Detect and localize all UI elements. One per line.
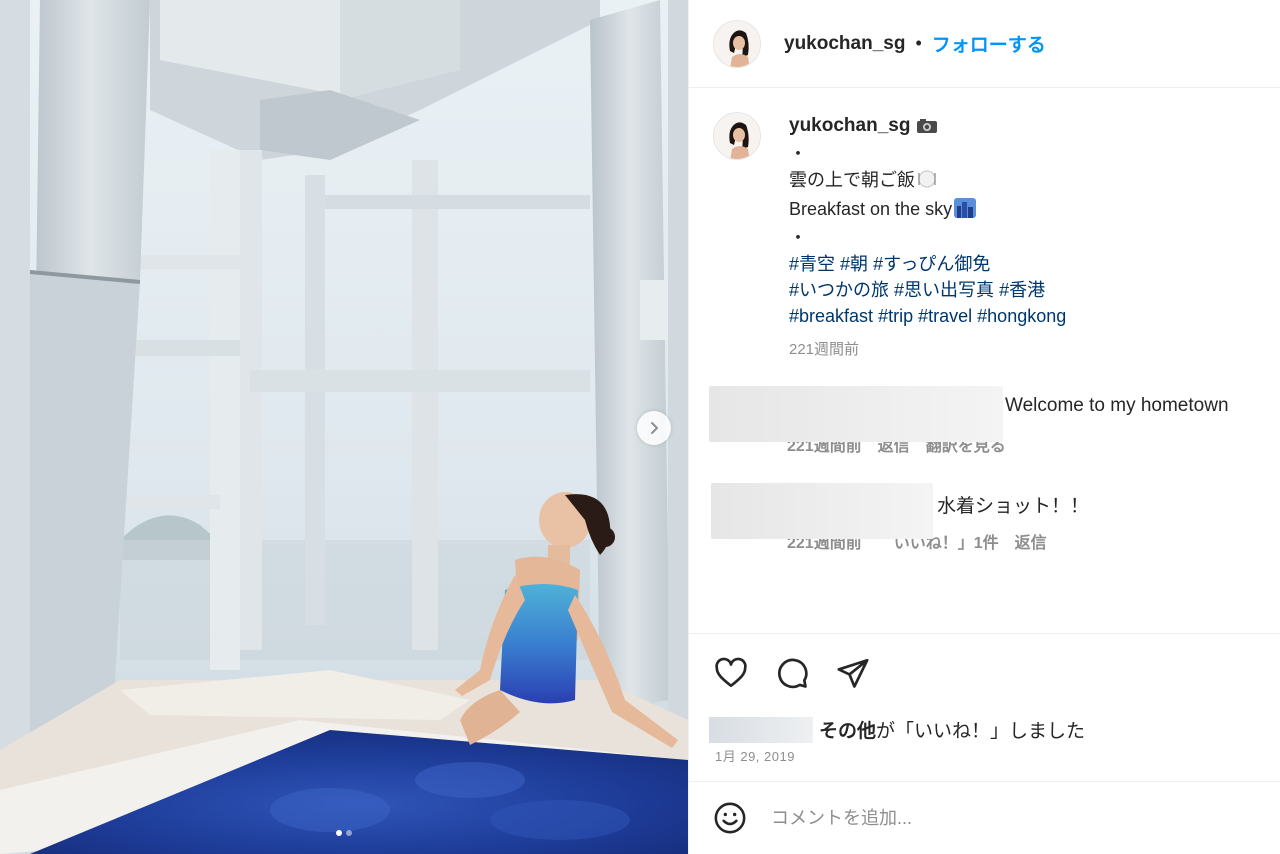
smiley-icon — [714, 802, 746, 834]
hashtag-link[interactable]: #travel — [918, 306, 972, 326]
hashtag-link[interactable]: #青空 — [789, 254, 835, 274]
hashtag-link[interactable]: #思い出写真 — [894, 280, 994, 300]
post-date[interactable]: 1月 29, 2019 — [715, 746, 795, 765]
add-comment-bar — [689, 781, 1280, 854]
emoji-button[interactable] — [713, 801, 747, 835]
share-button[interactable] — [835, 656, 871, 690]
comment-icon — [778, 658, 808, 689]
camera-icon — [916, 115, 938, 141]
follow-button[interactable]: フォローする — [932, 30, 1046, 57]
avatar-image — [714, 113, 760, 159]
caption-line-dot: ・ — [789, 144, 807, 164]
hashtag-row: #青空 #朝 #すっぴん御免 — [789, 251, 1066, 277]
carousel-next-button[interactable] — [637, 411, 671, 445]
redacted-comment-author — [711, 483, 933, 539]
caption-line-en: Breakfast on the sky — [789, 199, 953, 219]
hashtag-link[interactable]: #いつかの旅 — [789, 280, 889, 300]
caption-timestamp[interactable]: 221週間前 — [789, 337, 1066, 363]
likes-text: が「いいね！」しました — [876, 721, 1086, 742]
like-button[interactable] — [713, 656, 749, 690]
carousel-dot-active — [336, 830, 342, 836]
hashtag-link[interactable]: #hongkong — [977, 306, 1066, 326]
likes-summary[interactable]: その他が「いいね！」しました — [709, 716, 1085, 743]
header-username[interactable]: yukochan_sg — [784, 33, 905, 55]
heart-icon — [715, 657, 747, 688]
caption-text: yukochan_sg ・ 雲の上で朝ご飯 Breakfast on the s… — [789, 112, 1066, 363]
post-panel: yukochan_sg • フォローする yukochan_sg ・ 雲の上で朝… — [688, 0, 1280, 854]
caption-line-jp: 雲の上で朝ご飯 — [789, 170, 915, 190]
hashtag-row: #いつかの旅 #思い出写真 #香港 — [789, 277, 1066, 303]
header-separator: • — [915, 33, 922, 53]
photo-scene — [0, 0, 688, 854]
hashtag-link[interactable]: #朝 — [840, 254, 868, 274]
caption-username[interactable]: yukochan_sg — [789, 115, 910, 136]
avatar-image — [714, 20, 760, 67]
comment-text: 水着ショット！！ — [937, 496, 1090, 517]
post-header: yukochan_sg • フォローする — [689, 0, 1280, 88]
carousel-dots — [0, 830, 688, 836]
redacted-liker — [709, 717, 813, 743]
chevron-right-icon — [651, 422, 658, 434]
comment-text: Welcome to my hometown — [1005, 395, 1229, 416]
hashtag-link[interactable]: #香港 — [999, 280, 1045, 300]
hashtag-row: #breakfast #trip #travel #hongkong — [789, 303, 1066, 329]
carousel-dot — [346, 830, 352, 836]
hashtag-link[interactable]: #breakfast — [789, 306, 873, 326]
paper-plane-icon — [837, 658, 869, 688]
post-caption: yukochan_sg ・ 雲の上で朝ご飯 Breakfast on the s… — [713, 112, 1066, 363]
hashtag-link[interactable]: #trip — [878, 306, 913, 326]
plate-emoji-icon — [917, 169, 937, 196]
redacted-comment-author — [709, 386, 1003, 442]
post-actions: その他が「いいね！」しました 1月 29, 2019 — [689, 633, 1280, 781]
caption-line-dot: ・ — [789, 228, 807, 248]
likes-others[interactable]: その他 — [819, 721, 876, 742]
action-icons — [713, 656, 871, 690]
hashtag-link[interactable]: #すっぴん御免 — [873, 254, 990, 274]
caption-avatar[interactable] — [713, 112, 761, 160]
cityscape-emoji-icon — [954, 198, 977, 225]
comment-button[interactable] — [774, 656, 810, 690]
comment-input[interactable] — [771, 807, 1251, 829]
avatar[interactable] — [713, 19, 761, 68]
post-photo[interactable] — [0, 0, 688, 854]
